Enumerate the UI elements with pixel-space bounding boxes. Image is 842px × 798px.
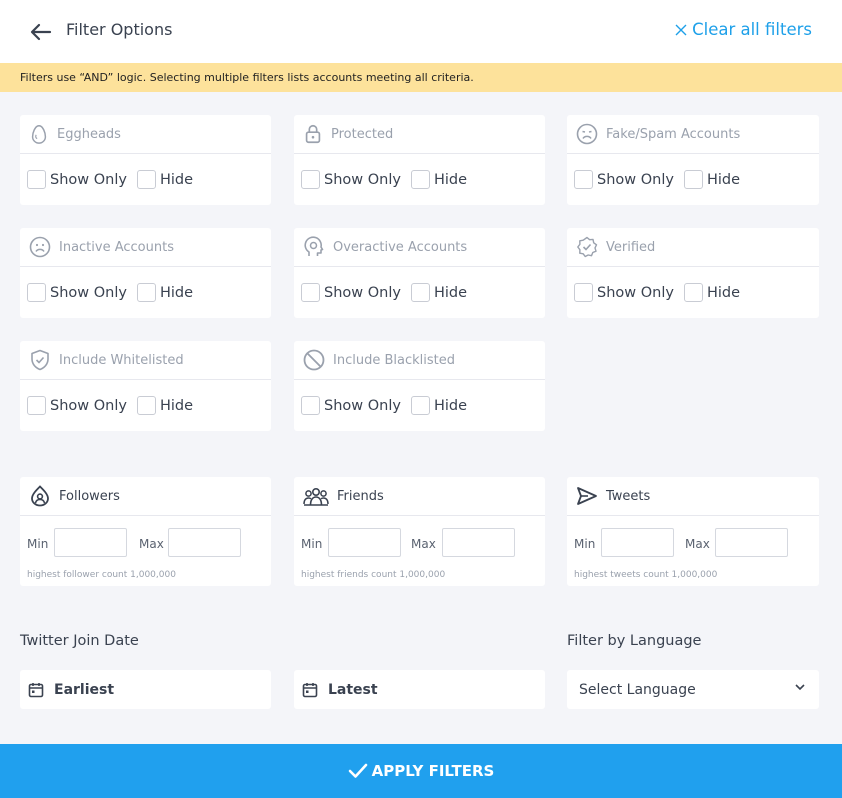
min-label: Min <box>301 537 323 551</box>
ban-icon <box>303 349 325 371</box>
followers-min-input[interactable] <box>54 528 127 557</box>
filter-card-inactive: Inactive Accounts Show Only Hide <box>20 228 271 318</box>
apply-filters-label: APPLY FILTERS <box>371 762 495 780</box>
show-only-checkbox[interactable]: Show Only <box>574 170 674 189</box>
tweets-max-input[interactable] <box>715 528 788 557</box>
range-hint: highest follower count 1,000,000 <box>27 570 176 580</box>
filter-card-verified: Verified Show Only Hide <box>567 228 819 318</box>
show-only-checkbox[interactable]: Show Only <box>301 396 401 415</box>
join-date-title: Twitter Join Date <box>20 633 139 649</box>
hide-checkbox[interactable]: Hide <box>410 170 467 189</box>
range-label: Tweets <box>606 488 651 504</box>
range-label: Followers <box>59 488 120 504</box>
back-arrow-icon[interactable] <box>29 20 53 44</box>
chevron-down-icon <box>795 684 805 691</box>
filter-card-eggheads: Eggheads Show Only Hide <box>20 115 271 205</box>
hide-checkbox[interactable]: Hide <box>683 170 740 189</box>
filter-label: Include Whitelisted <box>59 352 184 368</box>
min-label: Min <box>574 537 596 551</box>
filter-label: Include Blacklisted <box>333 352 455 368</box>
page-title: Filter Options <box>66 20 173 39</box>
language-select-value: Select Language <box>579 681 696 698</box>
show-only-checkbox[interactable]: Show Only <box>301 170 401 189</box>
earliest-date-picker[interactable]: Earliest <box>20 670 271 709</box>
max-label: Max <box>139 537 164 551</box>
sad-face-icon <box>29 236 51 258</box>
range-card-tweets: Tweets Min Max highest tweets count 1,00… <box>567 477 819 586</box>
filter-label: Protected <box>331 126 394 142</box>
filter-label: Fake/Spam Accounts <box>606 126 741 142</box>
hide-checkbox[interactable]: Hide <box>410 396 467 415</box>
latest-date-picker[interactable]: Latest <box>294 670 545 709</box>
language-title: Filter by Language <box>567 633 702 649</box>
frown-face-icon <box>576 123 598 145</box>
shield-check-icon <box>31 349 49 371</box>
filter-card-fake-spam: Fake/Spam Accounts Show Only Hide <box>567 115 819 205</box>
range-card-friends: Friends Min Max highest friends count 1,… <box>294 477 545 586</box>
filter-label: Inactive Accounts <box>59 239 174 255</box>
send-icon <box>577 487 597 505</box>
filter-card-overactive: Overactive Accounts Show Only Hide <box>294 228 545 318</box>
followers-icon <box>31 485 49 507</box>
show-only-checkbox[interactable]: Show Only <box>301 283 401 302</box>
followers-max-input[interactable] <box>168 528 241 557</box>
friends-icon <box>303 488 329 506</box>
clear-all-filters-label: Clear all filters <box>692 20 812 39</box>
show-only-checkbox[interactable]: Show Only <box>27 283 127 302</box>
tweets-min-input[interactable] <box>601 528 674 557</box>
hide-checkbox[interactable]: Hide <box>136 396 193 415</box>
earliest-label: Earliest <box>54 681 115 698</box>
calendar-icon <box>302 682 318 697</box>
friends-min-input[interactable] <box>328 528 401 557</box>
close-icon <box>675 24 687 35</box>
filter-card-blacklisted: Include Blacklisted Show Only Hide <box>294 341 545 431</box>
hide-checkbox[interactable]: Hide <box>410 283 467 302</box>
range-hint: highest friends count 1,000,000 <box>301 570 446 580</box>
max-label: Max <box>685 537 710 551</box>
calendar-icon <box>28 682 44 697</box>
filter-label: Overactive Accounts <box>333 239 468 255</box>
filter-card-protected: Protected Show Only Hide <box>294 115 545 205</box>
max-label: Max <box>411 537 436 551</box>
apply-filters-button[interactable]: APPLY FILTERS <box>0 744 842 798</box>
min-label: Min <box>27 537 49 551</box>
hide-checkbox[interactable]: Hide <box>683 283 740 302</box>
friends-max-input[interactable] <box>442 528 515 557</box>
show-only-checkbox[interactable]: Show Only <box>574 283 674 302</box>
header-bar: Filter Options Clear all filters <box>0 0 842 63</box>
hide-checkbox[interactable]: Hide <box>136 170 193 189</box>
range-label: Friends <box>337 488 384 504</box>
lock-icon <box>305 124 321 144</box>
verified-badge-icon <box>577 236 598 258</box>
range-hint: highest tweets count 1,000,000 <box>574 570 718 580</box>
filter-card-whitelisted: Include Whitelisted Show Only Hide <box>20 341 271 431</box>
show-only-checkbox[interactable]: Show Only <box>27 396 127 415</box>
show-only-checkbox[interactable]: Show Only <box>27 170 127 189</box>
filter-label: Verified <box>606 239 656 255</box>
hide-checkbox[interactable]: Hide <box>136 283 193 302</box>
filter-label: Eggheads <box>57 126 121 142</box>
overactive-icon <box>304 236 324 256</box>
language-select[interactable]: Select Language <box>567 670 819 709</box>
range-card-followers: Followers Min Max highest follower count… <box>20 477 271 586</box>
clear-all-filters-button[interactable]: Clear all filters <box>675 20 812 39</box>
checkmark-icon <box>348 763 367 778</box>
egg-icon <box>31 125 47 144</box>
latest-label: Latest <box>328 681 378 698</box>
and-logic-notice: Filters use “AND” logic. Selecting multi… <box>0 63 842 92</box>
